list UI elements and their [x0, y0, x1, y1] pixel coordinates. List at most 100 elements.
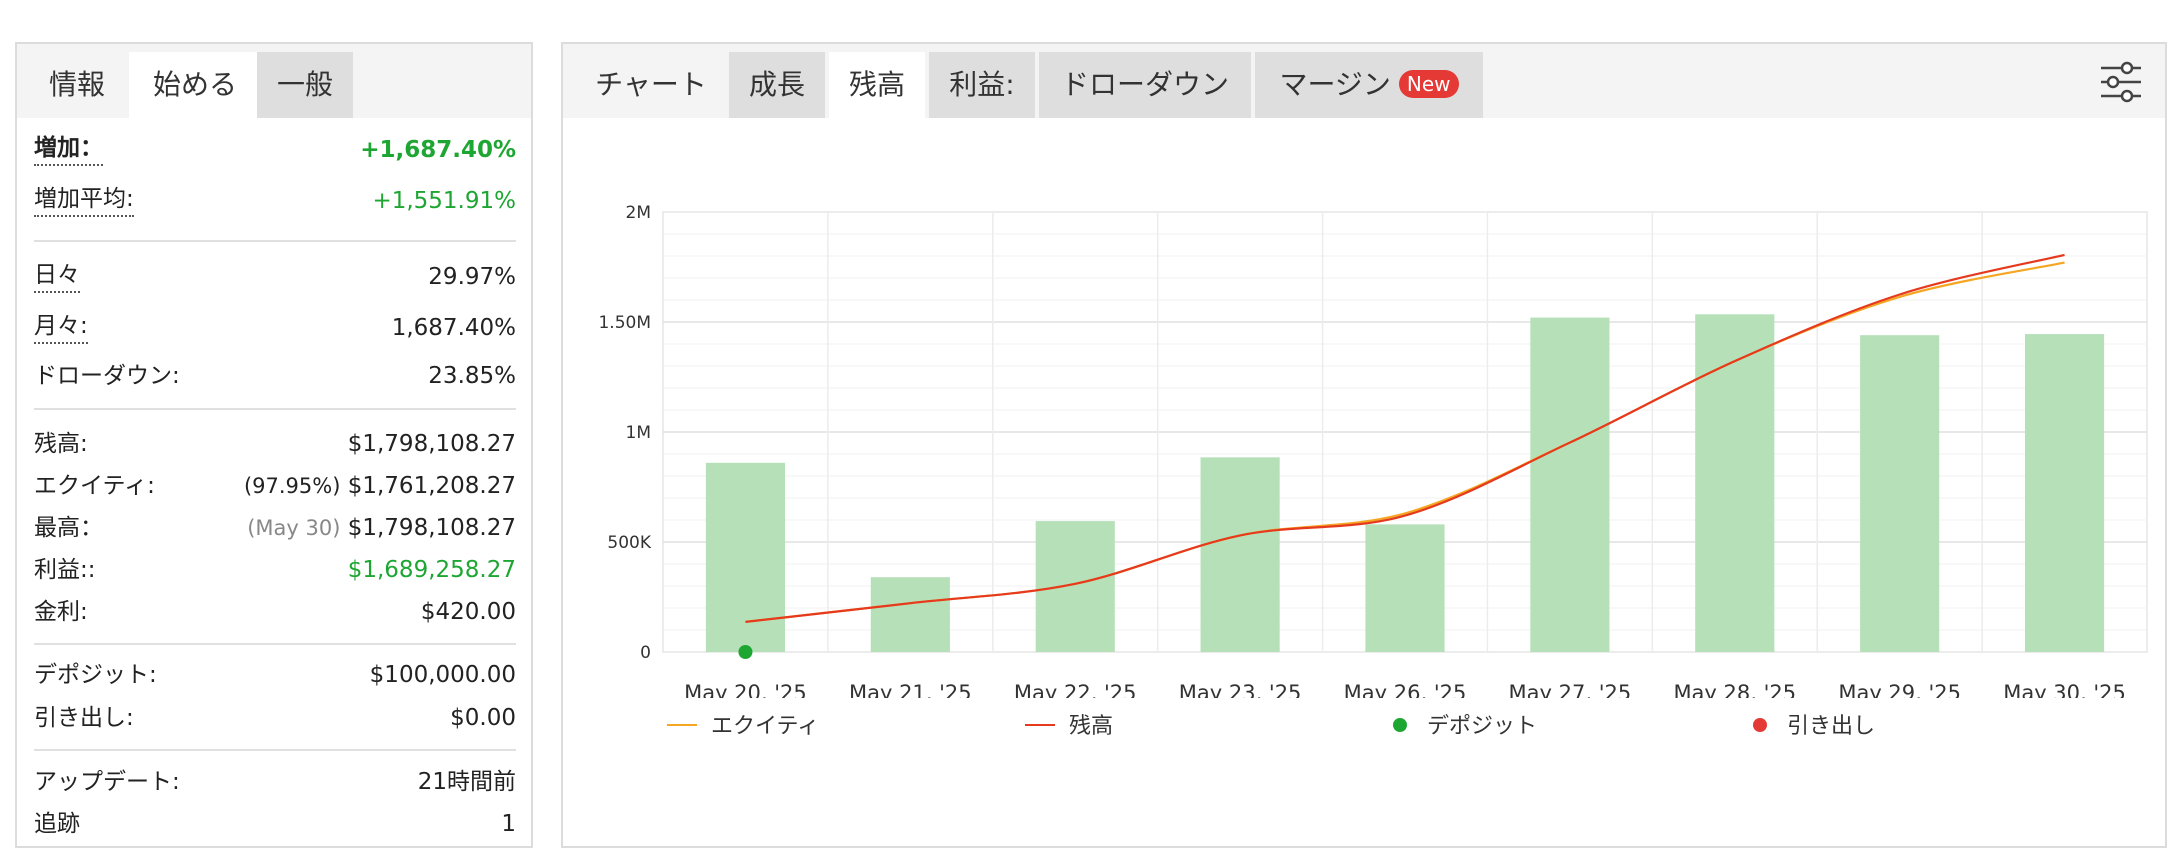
- highest-date: (May 30): [247, 516, 341, 540]
- daily-label[interactable]: 日々: [34, 259, 80, 293]
- divider: [34, 240, 516, 242]
- stat-monthly: 月々: 1,687.40%: [34, 308, 516, 348]
- deposit-point: [738, 645, 753, 659]
- legend-withdrawal-dot: [1753, 718, 1767, 732]
- stat-profit: 利益:: $1,689,258.27: [34, 550, 516, 590]
- stats-tabbar: 情報 始める 一般: [17, 44, 531, 118]
- bar: [2024, 334, 2105, 652]
- sliders-icon[interactable]: [2099, 60, 2143, 104]
- profit-value: $1,689,258.27: [347, 557, 516, 583]
- new-badge: New: [1398, 70, 1459, 98]
- bar: [1530, 317, 1610, 652]
- x-tick-label: May 29, '25: [1838, 681, 1961, 698]
- equity-value: $1,761,208.27: [347, 473, 516, 499]
- bar: [1695, 314, 1775, 652]
- balance-label: 残高:: [34, 431, 88, 457]
- x-tick-label: May 20, '25: [684, 681, 807, 698]
- withdrawals-label: 引き出し:: [34, 705, 134, 731]
- stat-drawdown: ドローダウン: 23.85%: [34, 356, 516, 396]
- tab-profit[interactable]: 利益:: [929, 52, 1035, 118]
- legend-equity-label: エクイティ: [711, 714, 820, 739]
- tab-growth[interactable]: 成長: [729, 52, 825, 118]
- y-tick-label: 1.50M: [598, 313, 651, 333]
- legend-deposit-label: デポジット: [1427, 714, 1538, 739]
- deposits-label: デポジット:: [34, 662, 157, 688]
- x-tick-label: May 30, '25: [2003, 681, 2126, 698]
- bar: [1365, 524, 1445, 652]
- stat-withdrawals: 引き出し: $0.00: [34, 698, 516, 738]
- bar: [870, 577, 950, 652]
- equity-value-wrap: (97.95%) $1,761,208.27: [244, 466, 516, 506]
- divider: [34, 643, 516, 645]
- legend-deposit[interactable]: デポジット: [1393, 712, 1537, 742]
- updated-value: 21時間前: [417, 769, 516, 795]
- x-tick-label: May 27, '25: [1509, 681, 1632, 698]
- x-tick-label: May 28, '25: [1673, 681, 1796, 698]
- interest-label: 金利:: [34, 599, 88, 625]
- bar: [1200, 457, 1280, 652]
- stat-gain: 増加： +1,687.40%: [34, 130, 516, 170]
- stat-updated: アップデート: 21時間前: [34, 762, 516, 802]
- tab-margin-label: マージン: [1279, 68, 1391, 101]
- updated-label: アップデート:: [34, 769, 180, 795]
- monthly-value: 1,687.40%: [391, 315, 516, 341]
- withdrawals-value: $0.00: [450, 705, 516, 731]
- highest-value: $1,798,108.27: [347, 515, 516, 541]
- y-tick-label: 1M: [626, 423, 651, 443]
- stat-highest: 最高： (May 30) $1,798,108.27: [34, 508, 516, 548]
- legend-balance[interactable]: 残高: [1025, 712, 1113, 742]
- tracking-label: 追跡: [34, 811, 80, 837]
- tab-drawdown[interactable]: ドローダウン: [1039, 52, 1251, 118]
- tab-info[interactable]: 情報: [25, 52, 129, 118]
- stat-equity: エクイティ: (97.95%) $1,761,208.27: [34, 466, 516, 506]
- deposits-value: $100,000.00: [369, 662, 516, 688]
- profit-label: 利益::: [34, 557, 96, 583]
- divider: [34, 408, 516, 410]
- x-tick-label: May 23, '25: [1179, 681, 1302, 698]
- monthly-label[interactable]: 月々:: [34, 310, 88, 344]
- abs-gain-value: +1,551.91%: [372, 188, 516, 214]
- stat-abs-gain: 増加平均: +1,551.91%: [34, 181, 516, 221]
- legend-balance-swatch: [1025, 724, 1055, 726]
- legend-balance-label: 残高: [1069, 714, 1114, 739]
- stat-interest: 金利: $420.00: [34, 592, 516, 632]
- stats-panel: 情報 始める 一般 増加： +1,687.40% 増加平均: +1,551.91…: [15, 42, 533, 848]
- legend-deposit-dot: [1393, 718, 1407, 732]
- equity-label: エクイティ:: [34, 473, 155, 499]
- chart-panel: チャート 成長 残高 利益: ドローダウン マージン New 0 500K 1M 1.5…: [561, 42, 2167, 848]
- highest-label: 最高：: [34, 515, 103, 541]
- legend-equity-swatch: [667, 724, 697, 726]
- stat-balance: 残高: $1,798,108.27: [34, 424, 516, 464]
- legend-equity[interactable]: エクイティ: [667, 712, 819, 742]
- drawdown-label: ドローダウン:: [34, 363, 180, 389]
- bar: [705, 462, 786, 652]
- tab-margin[interactable]: マージン New: [1255, 52, 1483, 118]
- y-tick-label: 2M: [626, 203, 651, 223]
- divider: [34, 749, 516, 751]
- gain-value: +1,687.40%: [360, 137, 516, 163]
- tab-balance[interactable]: 残高: [829, 52, 925, 118]
- abs-gain-label[interactable]: 増加平均:: [34, 183, 134, 217]
- tab-start[interactable]: 始める: [129, 52, 261, 118]
- x-tick-label: May 21, '25: [849, 681, 972, 698]
- stat-tracking: 追跡 1: [34, 804, 516, 844]
- equity-percent: (97.95%): [243, 474, 341, 498]
- stat-daily: 日々 29.97%: [34, 257, 516, 297]
- tab-chart[interactable]: チャート: [571, 52, 731, 118]
- stat-deposits: デポジット: $100,000.00: [34, 655, 516, 695]
- interest-value: $420.00: [420, 599, 516, 625]
- legend-withdrawal-label: 引き出し: [1787, 714, 1876, 739]
- tab-general[interactable]: 一般: [257, 52, 353, 118]
- balance-value: $1,798,108.27: [347, 431, 516, 457]
- bar: [1860, 335, 1940, 652]
- chart-tabbar: チャート 成長 残高 利益: ドローダウン マージン New: [563, 44, 2165, 118]
- daily-value: 29.97%: [428, 264, 516, 290]
- gain-label[interactable]: 増加：: [34, 132, 103, 166]
- drawdown-value: 23.85%: [428, 363, 516, 389]
- highest-value-wrap: (May 30) $1,798,108.27: [247, 508, 516, 548]
- y-tick-label: 500K: [607, 533, 651, 553]
- tracking-value: 1: [501, 811, 516, 837]
- bar: [1035, 521, 1115, 652]
- balance-chart: 0 500K 1M 1.50M 2M May 20, '25 May 21, '25 May …: [598, 203, 2148, 698]
- legend-withdrawal[interactable]: 引き出し: [1753, 712, 1875, 742]
